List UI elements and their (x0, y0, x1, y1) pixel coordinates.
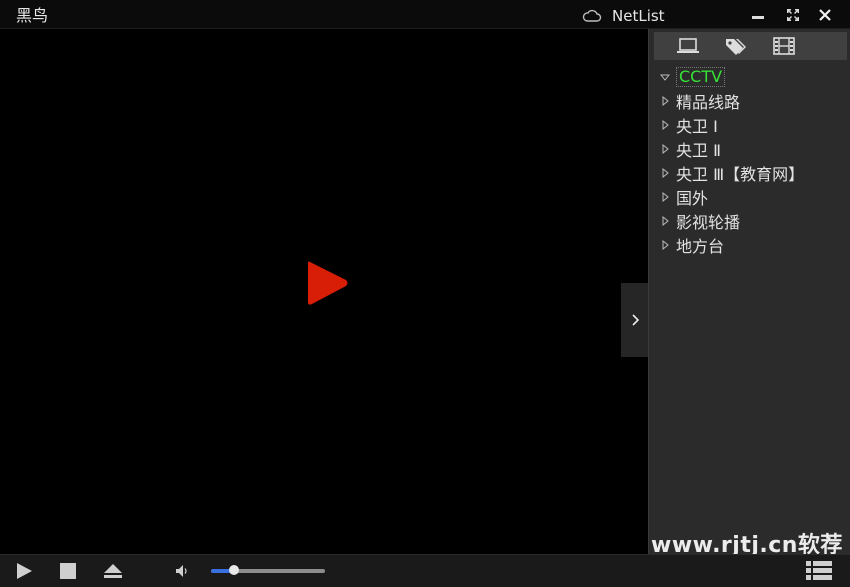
volume-knob[interactable] (228, 565, 239, 575)
minimize-icon (752, 16, 764, 19)
tab-film[interactable] (760, 32, 808, 60)
title-bar: 黑鸟 NetList (0, 0, 850, 29)
play-icon (17, 563, 32, 579)
tree-item-label: 地方台 (676, 237, 725, 256)
chevron-right-icon[interactable] (660, 166, 674, 180)
tree-item-label: CCTV (676, 67, 726, 87)
cloud-icon (582, 9, 602, 22)
tab-tags[interactable] (712, 32, 760, 60)
tree-item-label: 精品线路 (676, 93, 741, 112)
netlist-button[interactable]: NetList (582, 7, 665, 25)
eject-button[interactable] (101, 560, 125, 582)
close-button[interactable] (815, 6, 835, 24)
chevron-right-icon[interactable] (660, 238, 674, 252)
mute-button[interactable] (174, 560, 192, 582)
tree-item-label: 央卫 Ⅱ (676, 141, 721, 160)
play-icon[interactable] (306, 258, 350, 308)
minimize-button[interactable] (748, 6, 768, 24)
tree-item-label: 影视轮播 (676, 213, 741, 232)
chevron-right-icon (631, 314, 639, 326)
film-icon (773, 37, 795, 55)
tags-icon (726, 39, 746, 55)
channel-panel: CCTV 精品线路 央卫 Ⅰ 央卫 Ⅱ 央卫 Ⅲ【教育网】 国外 影视轮播 地方… (648, 29, 850, 554)
speaker-icon (176, 565, 187, 577)
eject-icon (104, 564, 122, 578)
chevron-right-icon[interactable] (660, 214, 674, 228)
channel-tree: CCTV 精品线路 央卫 Ⅰ 央卫 Ⅱ 央卫 Ⅲ【教育网】 国外 影视轮播 地方… (649, 65, 850, 257)
chevron-right-icon[interactable] (660, 142, 674, 156)
stop-icon (60, 563, 76, 579)
tree-item-label: 国外 (676, 189, 709, 208)
close-icon (819, 9, 831, 21)
tree-item-satellite-3[interactable]: 央卫 Ⅲ【教育网】 (649, 161, 850, 185)
tree-item-foreign[interactable]: 国外 (649, 185, 850, 209)
laptop-icon (677, 38, 699, 53)
tree-item-satellite-1[interactable]: 央卫 Ⅰ (649, 113, 850, 137)
list-icon (806, 561, 832, 580)
tree-item-cctv[interactable]: CCTV (649, 65, 850, 89)
tab-laptop[interactable] (664, 32, 712, 60)
tree-item-movies[interactable]: 影视轮播 (649, 209, 850, 233)
chevron-right-icon[interactable] (660, 118, 674, 132)
video-area[interactable] (0, 29, 648, 554)
tree-item-premium[interactable]: 精品线路 (649, 89, 850, 113)
playlist-button[interactable] (806, 560, 832, 582)
app-title: 黑鸟 (16, 6, 49, 25)
volume-slider[interactable] (211, 565, 325, 575)
netlist-label: NetList (612, 7, 665, 25)
fullscreen-button[interactable] (783, 6, 803, 24)
stop-button[interactable] (58, 560, 78, 582)
chevron-down-icon[interactable] (660, 70, 674, 84)
tree-item-label: 央卫 Ⅲ【教育网】 (676, 165, 805, 184)
fullscreen-icon (787, 9, 799, 21)
panel-tabs (654, 32, 847, 60)
chevron-right-icon[interactable] (660, 94, 674, 108)
play-button[interactable] (14, 560, 34, 582)
control-bar (0, 554, 850, 587)
tree-item-label: 央卫 Ⅰ (676, 117, 718, 136)
tree-item-satellite-2[interactable]: 央卫 Ⅱ (649, 137, 850, 161)
panel-toggle-button[interactable] (621, 283, 648, 357)
chevron-right-icon[interactable] (660, 190, 674, 204)
tree-item-local[interactable]: 地方台 (649, 233, 850, 257)
